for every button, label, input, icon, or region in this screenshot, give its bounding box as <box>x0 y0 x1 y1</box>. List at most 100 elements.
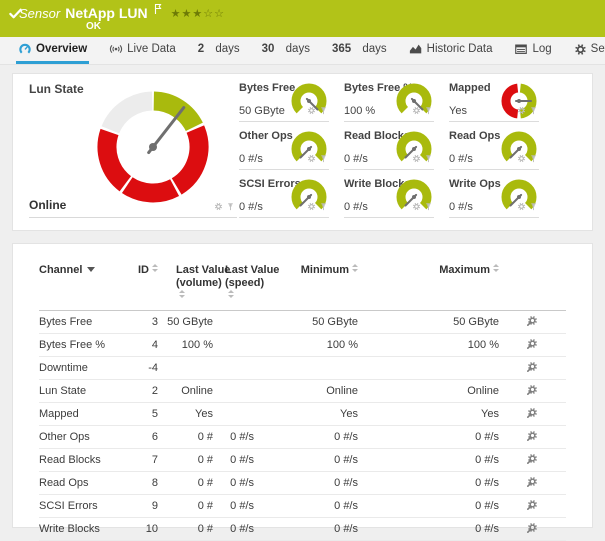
pin-icon[interactable] <box>529 102 538 120</box>
tab-label: days <box>286 43 310 55</box>
gear-icon[interactable] <box>412 102 421 120</box>
channel-settings-gear-icon[interactable] <box>527 361 538 372</box>
pin-icon[interactable] <box>424 150 433 168</box>
channel-gauge-read-ops: Read Ops0 #/s <box>449 128 539 176</box>
tab-label: Overview <box>36 43 87 55</box>
column-header-channel[interactable]: Channel <box>39 252 124 311</box>
pin-icon[interactable] <box>319 102 328 120</box>
channel-gauge-value: 0 #/s <box>344 153 368 165</box>
channel-row-bytes-free: Bytes Free %4100 %100 %100 % <box>39 334 566 357</box>
channel-settings-gear-icon[interactable] <box>527 384 538 395</box>
pin-icon[interactable] <box>319 198 328 216</box>
divider <box>239 169 329 170</box>
gear-icon[interactable] <box>307 102 316 120</box>
cell-channel[interactable]: Mapped <box>39 403 124 426</box>
cell-id: 2 <box>124 380 158 403</box>
cell-speed: 0 #/s <box>213 426 254 449</box>
channel-gauge-value: Yes <box>449 105 467 117</box>
pin-icon[interactable] <box>424 102 433 120</box>
cell-id: -4 <box>124 357 158 380</box>
divider <box>344 169 434 170</box>
channel-row-read-blocks: Read Blocks70 #0 #/s0 #/s0 #/s <box>39 449 566 472</box>
pin-icon[interactable] <box>226 200 235 214</box>
priority-stars[interactable]: ★★★☆☆ <box>171 7 225 20</box>
cell-min: 100 % <box>254 334 358 357</box>
tab-label: days <box>215 43 239 55</box>
cell-max: 0 #/s <box>358 449 499 472</box>
cell-min: 0 #/s <box>254 518 358 541</box>
sort-icon <box>179 290 185 298</box>
column-header-id[interactable]: ID <box>124 252 158 311</box>
cell-settings <box>499 403 566 426</box>
channel-settings-gear-icon[interactable] <box>527 407 538 418</box>
gear-icon[interactable] <box>517 198 526 216</box>
cell-min: Yes <box>254 403 358 426</box>
cell-max: 100 % <box>358 334 499 357</box>
cell-channel[interactable]: Downtime <box>39 357 124 380</box>
primary-channel-label: Lun State <box>29 82 84 96</box>
tab-settings[interactable]: Settings <box>572 37 605 64</box>
gear-icon[interactable] <box>307 198 316 216</box>
channel-settings-gear-icon[interactable] <box>527 476 538 487</box>
tab-365-days[interactable]: 365 days <box>330 37 389 64</box>
sort-desc-icon <box>87 267 95 272</box>
cell-channel[interactable]: Lun State <box>39 380 124 403</box>
column-header-volume[interactable]: Last Value(volume) <box>158 252 213 311</box>
pin-icon[interactable] <box>529 150 538 168</box>
cell-min: 0 #/s <box>254 449 358 472</box>
cell-channel[interactable]: SCSI Errors <box>39 495 124 518</box>
pin-icon[interactable] <box>529 198 538 216</box>
cell-min: 50 GByte <box>254 311 358 334</box>
gear-icon[interactable] <box>412 198 421 216</box>
channel-gauge-value: 100 % <box>344 105 375 117</box>
tab-30-days[interactable]: 30 days <box>260 37 312 64</box>
cell-max <box>358 357 499 380</box>
channel-gauge-write-blocks: Write Blocks0 #/s <box>344 176 434 224</box>
cell-max: Yes <box>358 403 499 426</box>
channel-gauge-other-ops: Other Ops0 #/s <box>239 128 329 176</box>
column-header-max[interactable]: Maximum <box>358 252 499 311</box>
channel-settings-gear-icon[interactable] <box>527 315 538 326</box>
channel-gauge-value: 0 #/s <box>449 201 473 213</box>
pin-icon[interactable] <box>319 150 328 168</box>
cell-settings <box>499 472 566 495</box>
cell-channel[interactable]: Bytes Free % <box>39 334 124 357</box>
tab-historic-data[interactable]: Historic Data <box>407 37 495 64</box>
cell-max: 0 #/s <box>358 472 499 495</box>
tab-2-days[interactable]: 2 days <box>196 37 242 64</box>
tab-overview[interactable]: Overview <box>16 37 89 64</box>
gear-icon[interactable] <box>214 200 223 214</box>
cell-speed <box>213 380 254 403</box>
gear-icon[interactable] <box>517 102 526 120</box>
cell-channel[interactable]: Read Ops <box>39 472 124 495</box>
divider <box>449 217 539 218</box>
tab-label: days <box>362 43 386 55</box>
gear-icon[interactable] <box>307 150 316 168</box>
channel-settings-gear-icon[interactable] <box>527 430 538 441</box>
channel-settings-gear-icon[interactable] <box>527 499 538 510</box>
cell-min: Online <box>254 380 358 403</box>
pin-icon[interactable] <box>424 198 433 216</box>
cell-max: 0 #/s <box>358 495 499 518</box>
cell-settings <box>499 495 566 518</box>
gear-icon[interactable] <box>517 150 526 168</box>
column-header-min[interactable]: Minimum <box>254 252 358 311</box>
tab-live-data[interactable]: Live Data <box>107 37 178 64</box>
channel-settings-gear-icon[interactable] <box>527 522 538 533</box>
cell-channel[interactable]: Write Blocks <box>39 518 124 541</box>
cell-channel[interactable]: Bytes Free <box>39 311 124 334</box>
channel-settings-gear-icon[interactable] <box>527 338 538 349</box>
tab-log[interactable]: Log <box>512 37 553 64</box>
channel-row-downtime: Downtime-4 <box>39 357 566 380</box>
tab-label: Settings <box>591 43 605 55</box>
cell-id: 9 <box>124 495 158 518</box>
channel-settings-gear-icon[interactable] <box>527 453 538 464</box>
cell-max: Online <box>358 380 499 403</box>
cell-channel[interactable]: Other Ops <box>39 426 124 449</box>
channel-gauge-mapped: MappedYes <box>449 80 539 128</box>
flag-icon[interactable] <box>153 3 163 18</box>
channel-row-scsi-errors: SCSI Errors90 #0 #/s0 #/s0 #/s <box>39 495 566 518</box>
cell-volume: 0 # <box>158 449 213 472</box>
gear-icon[interactable] <box>412 150 421 168</box>
cell-channel[interactable]: Read Blocks <box>39 449 124 472</box>
